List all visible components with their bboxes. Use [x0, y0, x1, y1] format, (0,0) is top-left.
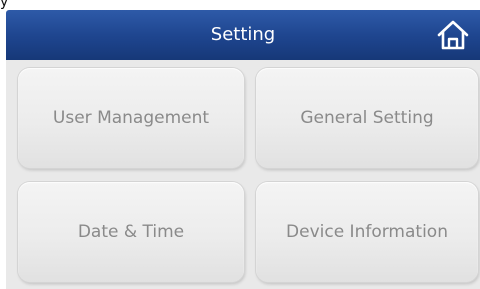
- date-time-button[interactable]: Date & Time: [18, 182, 244, 282]
- general-setting-label: General Setting: [300, 108, 434, 128]
- user-management-button[interactable]: User Management: [18, 68, 244, 168]
- clipped-glyph: y: [0, 0, 9, 10]
- device-information-label: Device Information: [286, 222, 448, 242]
- page-title: Setting: [210, 24, 276, 45]
- device-information-button[interactable]: Device Information: [256, 182, 478, 282]
- home-button[interactable]: [436, 19, 470, 51]
- user-management-label: User Management: [52, 108, 210, 128]
- settings-screen: y Setting User Management General Settin…: [0, 0, 480, 289]
- home-icon: [437, 20, 469, 50]
- general-setting-button[interactable]: General Setting: [256, 68, 478, 168]
- header-bar: Setting: [6, 10, 480, 60]
- date-time-label: Date & Time: [77, 222, 185, 242]
- menu-grid: User Management General Setting Date & T…: [6, 60, 480, 289]
